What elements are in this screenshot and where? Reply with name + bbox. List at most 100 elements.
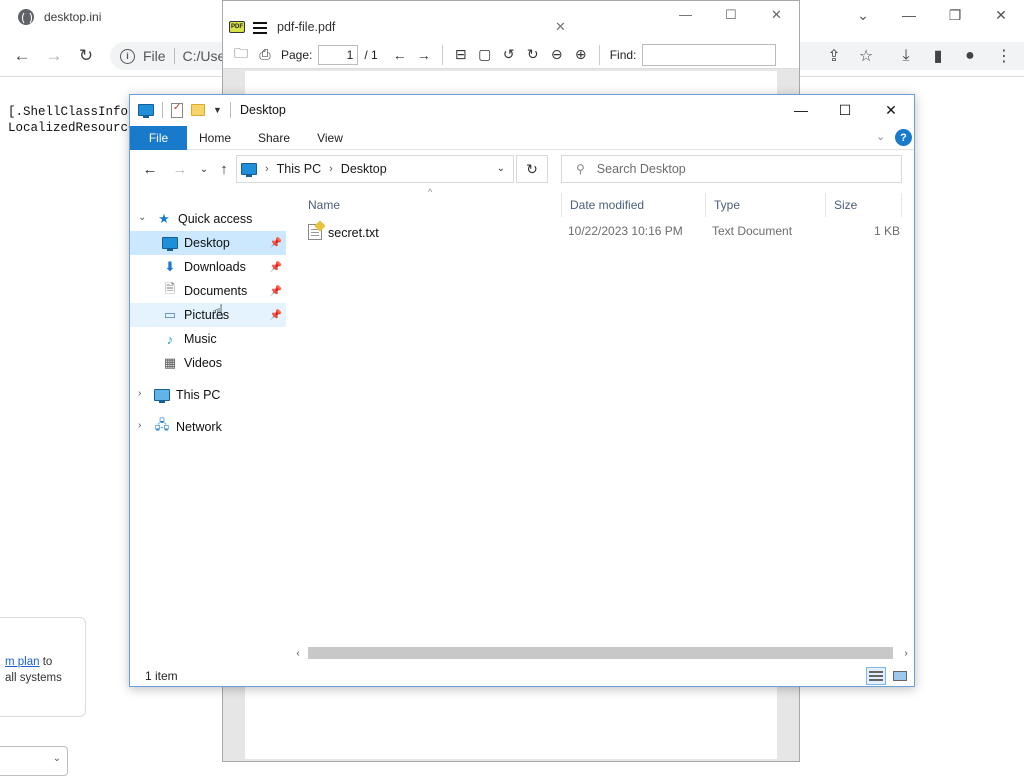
tab-view[interactable]: View [310, 126, 350, 150]
tab-share[interactable]: Share [252, 126, 296, 150]
maximize-button[interactable]: ☐ [725, 7, 737, 23]
downloads-icon: ⬇ [164, 259, 176, 274]
nav-item-desktop[interactable]: Desktop 📌 [130, 231, 286, 255]
search-icon: ⚲ [576, 162, 585, 176]
rotate-right-icon[interactable]: ↻ [521, 43, 545, 67]
find-input[interactable] [642, 43, 777, 66]
forward-button[interactable]: → [42, 44, 66, 68]
tab-file[interactable]: File [130, 126, 187, 150]
hamburger-menu-icon[interactable] [253, 22, 267, 34]
help-icon[interactable]: ? [895, 129, 912, 146]
new-folder-icon[interactable] [191, 104, 205, 116]
bookmark-star-icon[interactable]: ☆ [856, 46, 876, 66]
promo-dropdown[interactable]: ⌄ [0, 746, 68, 776]
text-file-icon [308, 224, 322, 240]
browser-tab[interactable]: desktop.ini [0, 0, 222, 33]
toolbar-separator [441, 44, 443, 65]
previous-page-icon[interactable]: ← [388, 43, 412, 67]
open-folder-icon[interactable]: 🗀 [229, 43, 253, 67]
recent-locations-icon[interactable]: ⌄ [194, 159, 214, 179]
pdf-app-icon: PDF [229, 21, 245, 33]
forward-button[interactable]: → [170, 159, 190, 179]
nav-label: Desktop [184, 236, 230, 250]
breadcrumb-chevron-icon[interactable]: › [329, 163, 333, 175]
promo-link[interactable]: m plan [5, 656, 40, 668]
status-bar: 1 item [130, 665, 914, 687]
back-button[interactable]: ← [140, 159, 160, 179]
nav-label: Videos [184, 356, 222, 370]
scroll-left-icon[interactable]: ‹ [290, 645, 306, 661]
tab-search-icon[interactable]: ⌄ [840, 0, 886, 30]
search-input[interactable]: ⚲ Search Desktop [561, 155, 902, 183]
address-dropdown-icon[interactable]: ⌄ [497, 163, 505, 174]
nav-this-pc[interactable]: This PC [154, 383, 284, 407]
collapse-arrow-icon[interactable]: ⌄ [138, 212, 146, 223]
file-size-cell: 1 KB [874, 224, 901, 238]
expand-arrow-icon[interactable]: › [138, 388, 141, 399]
back-button[interactable]: ← [10, 44, 34, 68]
menu-kebab-icon[interactable]: ⋮ [994, 46, 1014, 66]
refresh-button[interactable]: ↻ [516, 155, 548, 183]
up-button[interactable]: ↑ [214, 159, 234, 179]
side-panel-icon[interactable]: ▮ [928, 46, 948, 66]
pin-icon[interactable]: 📌 [270, 286, 282, 297]
nav-item-videos[interactable]: ▦ Videos [130, 351, 286, 375]
nav-label: Documents [184, 284, 248, 298]
column-header-size[interactable]: Size [826, 193, 902, 217]
zoom-in-icon[interactable]: ⊕ [569, 43, 593, 67]
minimize-button[interactable]: — [778, 99, 824, 121]
share-icon[interactable]: ⇪ [824, 46, 844, 66]
pin-icon[interactable]: 📌 [270, 238, 282, 249]
close-tab-icon[interactable]: ✕ [555, 19, 566, 35]
close-button[interactable]: ✕ [868, 99, 914, 121]
address-bar[interactable]: i File C:/User [110, 42, 230, 70]
nav-item-downloads[interactable]: ⬇ Downloads 📌 [130, 255, 286, 279]
pin-icon[interactable]: 📌 [270, 310, 282, 321]
column-header-type[interactable]: Type [706, 193, 826, 217]
properties-icon[interactable] [171, 102, 183, 118]
pin-icon[interactable]: 📌 [270, 262, 282, 273]
address-bar[interactable]: › This PC › Desktop ⌄ [236, 155, 514, 183]
print-icon[interactable]: ⎙ [253, 43, 277, 67]
download-icon[interactable]: ⤓ [896, 46, 916, 66]
tab-home[interactable]: Home [192, 126, 238, 150]
nav-item-documents[interactable]: 🗎 Documents 📌 [130, 279, 286, 303]
profile-avatar-icon[interactable]: ● [960, 46, 980, 66]
explorer-titlebar: ▼ Desktop — ☐ ✕ [130, 95, 914, 125]
nav-quick-access[interactable]: ★ Quick access [156, 207, 286, 231]
minimize-button[interactable]: — [679, 7, 692, 22]
file-row[interactable]: secret.txt 10/22/2023 10:16 PM Text Docu… [300, 221, 908, 243]
breadcrumb-this-pc[interactable]: This PC [277, 162, 321, 176]
zoom-out-icon[interactable]: ⊖ [545, 43, 569, 67]
customize-qat-icon[interactable]: ▼ [213, 105, 222, 115]
nav-item-music[interactable]: ♪ Music [130, 327, 286, 351]
breadcrumb-chevron-icon[interactable]: › [265, 163, 269, 175]
close-button[interactable]: ✕ [771, 7, 782, 23]
info-icon[interactable]: i [120, 48, 135, 64]
rotate-left-icon[interactable]: ↺ [497, 43, 521, 67]
nav-item-pictures[interactable]: ▭ Pictures 📌 [130, 303, 286, 327]
details-view-button[interactable] [866, 667, 886, 685]
this-pc-icon [154, 387, 170, 403]
next-page-icon[interactable]: → [412, 43, 436, 67]
expand-arrow-icon[interactable]: › [138, 420, 141, 431]
large-icons-view-button[interactable] [890, 667, 910, 685]
minimize-button[interactable]: — [886, 0, 932, 30]
content-line: [.ShellClassInfo] [8, 105, 136, 119]
column-header-name[interactable]: Name [300, 193, 562, 217]
close-button[interactable]: ✕ [978, 0, 1024, 30]
scroll-right-icon[interactable]: › [898, 645, 914, 661]
fit-page-icon[interactable]: ▢ [473, 43, 497, 67]
breadcrumb-desktop[interactable]: Desktop [341, 162, 387, 176]
column-header-date-modified[interactable]: Date modified [562, 193, 706, 217]
nav-network[interactable]: 🖧 Network [154, 415, 284, 439]
scrollbar-thumb[interactable] [308, 647, 893, 659]
expand-ribbon-icon[interactable]: ⌄ [876, 130, 885, 143]
horizontal-scrollbar[interactable]: ‹ › [290, 645, 914, 661]
qat-separator [162, 102, 163, 118]
page-number-input[interactable]: 1 [318, 44, 359, 65]
fit-width-icon[interactable]: ⊟ [449, 43, 473, 67]
restore-button[interactable]: ❐ [932, 0, 978, 30]
maximize-button[interactable]: ☐ [822, 99, 868, 121]
reload-button[interactable]: ↻ [74, 44, 98, 68]
